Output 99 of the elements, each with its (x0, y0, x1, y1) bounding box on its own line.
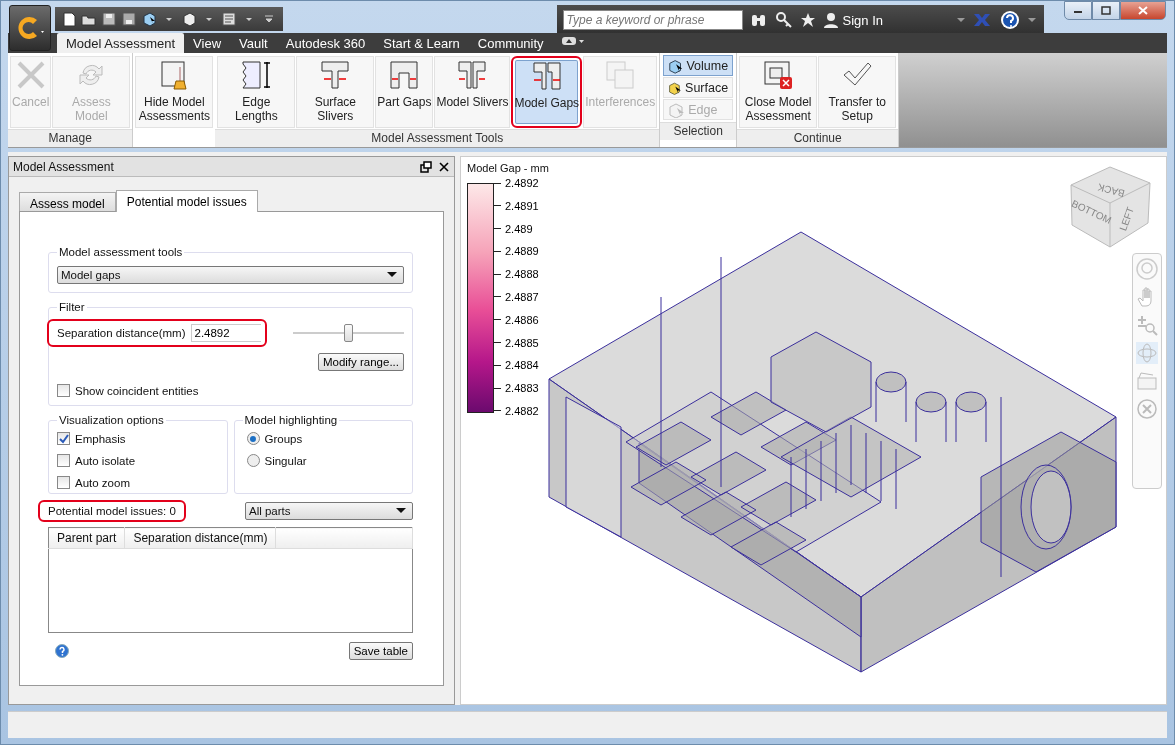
scale-label: 2.4892 (505, 177, 539, 189)
caret-icon[interactable] (1028, 17, 1036, 23)
scale-label: 2.4887 (505, 291, 539, 303)
scale-label: 2.4883 (505, 382, 539, 395)
save-all-icon[interactable] (121, 11, 137, 27)
gap-icon (388, 59, 421, 91)
checkbox[interactable] (57, 476, 70, 489)
column-header[interactable]: Separation distance(mm) (124, 527, 276, 549)
ribbon-button[interactable]: Hide Model Assessments (135, 56, 214, 128)
ribbon-toggle-icon[interactable] (560, 36, 585, 46)
scale-label: 2.4882 (505, 404, 539, 417)
star-icon[interactable] (799, 12, 816, 28)
group-label: Model assessment tools (58, 246, 184, 258)
radio-label: Groups (264, 432, 303, 445)
column-header[interactable]: Parent part (48, 527, 125, 549)
save-icon[interactable] (101, 11, 117, 27)
checkbox[interactable] (57, 384, 70, 397)
ribbon-tab[interactable]: View (184, 33, 231, 53)
save-table-button[interactable]: Save table (348, 642, 413, 660)
view-cube-label: LEFT (1117, 205, 1137, 233)
group-label: Model highlighting (243, 414, 339, 426)
scale-label: 2.4889 (505, 245, 539, 258)
checkbox-label: Auto zoom (75, 476, 130, 489)
help-icon[interactable] (999, 9, 1021, 31)
ribbon-button[interactable]: Surface Slivers (296, 56, 375, 128)
ribbon-button[interactable]: Volume (663, 55, 734, 76)
ribbon-tab[interactable]: Community (468, 33, 553, 53)
scale-label: 2.4888 (505, 268, 539, 281)
ribbon-tab[interactable]: Vault (230, 33, 277, 53)
ribbon-group-title: Manage (8, 129, 133, 147)
close-icon[interactable] (438, 160, 450, 173)
ribbon-button[interactable]: Part Gaps (375, 56, 434, 128)
issues-count: Potential model issues: 0 (38, 500, 186, 522)
scale-label: 2.4886 (505, 313, 539, 326)
key-icon[interactable] (774, 11, 793, 29)
panel-tab[interactable]: Potential model issues (115, 190, 258, 212)
minimize-button[interactable] (1064, 1, 1092, 20)
checkbox[interactable] (57, 454, 70, 467)
radio-button[interactable] (246, 454, 260, 467)
measure-icon (240, 59, 273, 91)
ribbon-button[interactable]: Close Model Assessment (739, 56, 818, 128)
radio-button[interactable] (246, 432, 260, 445)
ribbon-button[interactable]: Transfer to Setup (818, 56, 897, 128)
close-icon (1137, 5, 1149, 16)
caret-icon[interactable] (957, 17, 965, 23)
tool-dropdown[interactable]: Model gaps (57, 266, 404, 284)
user-icon (822, 12, 839, 28)
maximize-button[interactable] (1092, 1, 1120, 20)
ribbon-tab[interactable]: Start & Learn (374, 33, 469, 53)
properties-icon[interactable] (221, 11, 237, 27)
checkbox[interactable] (57, 432, 70, 445)
ribbon-tab[interactable]: Model Assessment (57, 33, 185, 53)
cube-icon[interactable] (181, 11, 197, 27)
ribbon-group-title: Selection (660, 122, 737, 140)
slider-thumb[interactable] (343, 324, 353, 342)
scale-label: 2.4885 (505, 336, 539, 349)
checkbox-label: Emphasis (75, 432, 126, 445)
close-button[interactable] (1120, 1, 1166, 20)
window-close-icon (762, 59, 795, 91)
group-label: Filter (58, 301, 86, 313)
ribbon-group-title: Model Assessment Tools (215, 129, 660, 147)
binoculars-icon[interactable] (749, 12, 768, 28)
ribbon-button[interactable]: Model Gaps (511, 56, 583, 128)
gap-icon (530, 60, 563, 92)
checkbox-label: Show coincident entities (75, 384, 199, 397)
scale-label: 2.4884 (505, 359, 539, 372)
view-cube-label: BACK (1096, 181, 1126, 200)
cube-cursor-icon (668, 101, 685, 118)
gap-icon (456, 59, 489, 91)
ribbon-button[interactable]: Surface (663, 77, 734, 98)
dropdown-arrow-icon (396, 508, 406, 514)
modify-range-button[interactable]: Modify range... (317, 353, 404, 371)
separation-input[interactable]: 2.4892 (191, 324, 262, 342)
radio-label: Singular (264, 454, 307, 467)
scale-label: 2.4891 (505, 199, 539, 212)
select-cube-icon[interactable] (141, 11, 157, 27)
ribbon-tab[interactable]: Autodesk 360 (276, 33, 375, 53)
cube-cursor-icon (668, 79, 682, 96)
scale-label: 2.489 (505, 222, 533, 235)
app-menu-button[interactable] (9, 5, 51, 51)
restore-icon[interactable] (420, 160, 432, 173)
search-field[interactable]: Type a keyword or phrase (562, 10, 743, 30)
gap-icon (319, 59, 352, 91)
overlap-icon (604, 59, 637, 91)
ribbon-group-title: Continue (737, 129, 899, 147)
cube-cursor-icon (668, 57, 683, 74)
panel-title: Model Assessment (13, 159, 115, 174)
field-label: Separation distance(mm) (57, 327, 186, 339)
checkbox-label: Auto isolate (75, 454, 136, 467)
new-file-icon[interactable] (61, 11, 77, 27)
sign-in-link[interactable]: Sign In (822, 12, 883, 28)
panel-tab[interactable]: Assess model (19, 192, 116, 211)
legend-title: Model Gap - mm (467, 162, 549, 174)
ribbon-button[interactable]: Edge Lengths (217, 56, 296, 128)
group-label: Visualization options (58, 414, 165, 426)
maximize-icon (1100, 5, 1112, 16)
parts-dropdown[interactable]: All parts (245, 502, 413, 520)
ribbon-button[interactable]: Model Slivers (434, 56, 511, 128)
dropdown-arrow-icon (387, 272, 397, 278)
